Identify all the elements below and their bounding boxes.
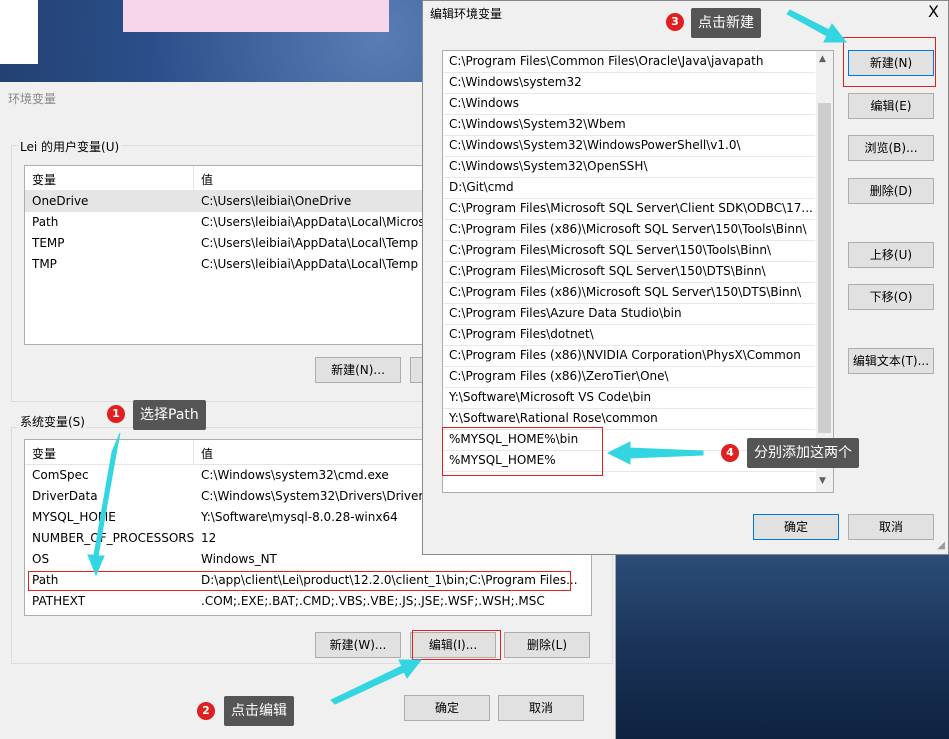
arrow-4 xyxy=(606,441,704,465)
step-number-badge: 1 xyxy=(107,405,125,423)
arrow-1 xyxy=(87,432,121,577)
step-number-badge: 2 xyxy=(197,702,215,720)
step-callout: 点击新建 xyxy=(691,8,761,38)
arrow-3 xyxy=(786,9,848,43)
step-callout: 分别添加这两个 xyxy=(747,438,859,468)
step-callout: 选择Path xyxy=(133,400,206,430)
step-number-badge: 3 xyxy=(666,13,684,31)
step-callout: 点击编辑 xyxy=(224,696,294,726)
arrow-2 xyxy=(330,659,423,705)
step-number-badge: 4 xyxy=(721,444,739,462)
annotation-arrows xyxy=(87,9,848,705)
